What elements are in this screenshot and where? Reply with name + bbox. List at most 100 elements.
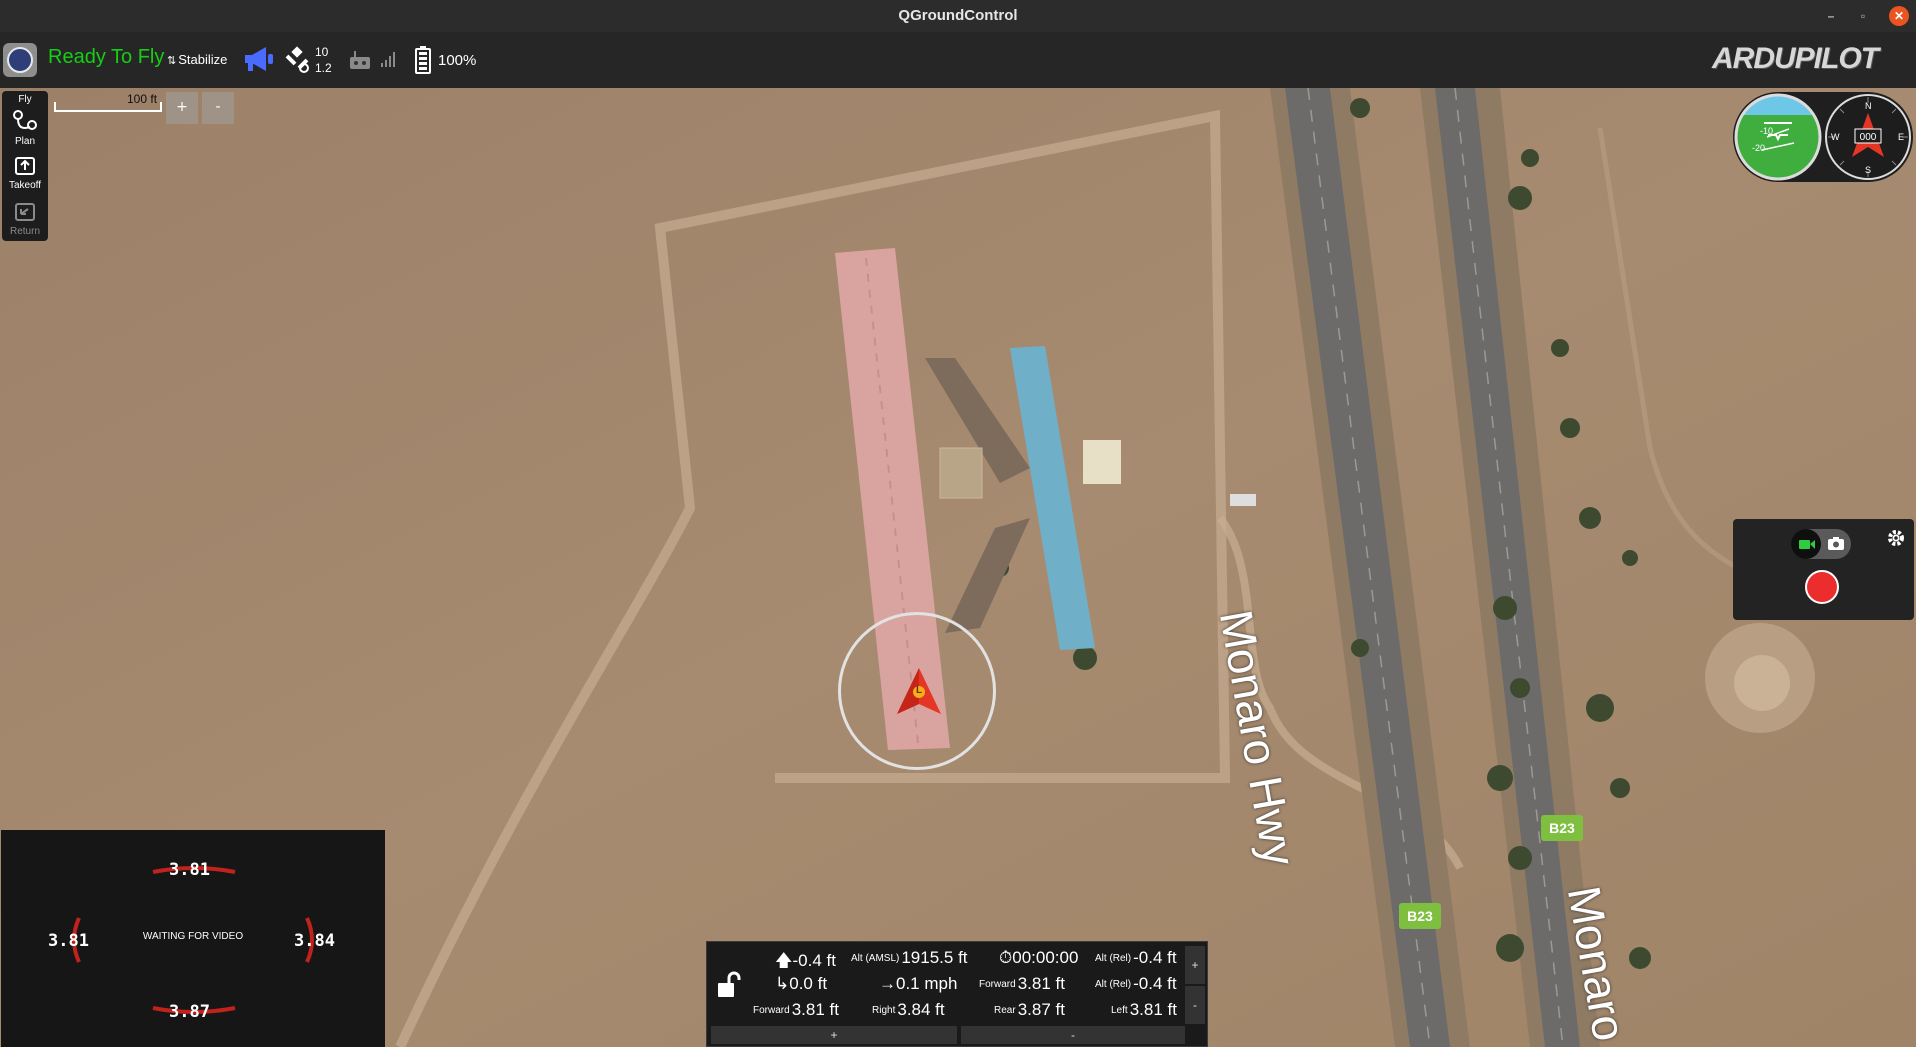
telemetry-right: Right 3.84 ft [872,1000,945,1020]
gps-satellite-count: 10 [315,45,329,59]
maximize-button[interactable]: ▫ [1853,6,1873,26]
minimize-button[interactable]: – [1821,6,1841,26]
telemetry-add-row-button[interactable]: + [711,1026,957,1044]
alt-rel-label: Alt (Rel) [1095,953,1132,964]
telemetry-ground-speed: →0.1 mph [879,974,957,994]
right-label: Right [872,1005,896,1016]
tool-plan[interactable]: Plan [2,109,48,147]
record-button[interactable] [1805,570,1839,604]
map-view[interactable]: Monaro Hwy Monaro B23 B23 Fly Plan Takeo… [0,88,1916,1047]
photo-mode-button[interactable] [1821,529,1851,559]
compass-s: S [1865,165,1871,175]
close-button[interactable]: ✕ [1889,6,1909,26]
attitude-tick-minus10: -10 [1760,126,1773,136]
right-value: 3.84 ft [897,1000,945,1019]
telemetry-alt-rel: Alt (Rel) -0.4 ft [1095,948,1177,968]
compass-n: N [1865,101,1872,111]
left-label: Left [1111,1005,1128,1016]
tool-fly[interactable]: Fly [2,94,48,105]
forward-mid-label: Forward [979,979,1016,990]
rssi-signal-icon[interactable] [380,50,398,73]
mode-icon: ⇅ [167,55,177,67]
route-badge: B23 [1407,908,1433,924]
camera-control-panel [1733,519,1914,620]
route-badge: B23 [1549,820,1575,836]
vertical-speed-arrow-icon: 🡅 [775,951,793,970]
telemetry-remove-row-button[interactable]: - [961,1026,1185,1044]
compass-heading-readout: 000 [1860,132,1877,143]
camera-settings-gear-icon[interactable] [1887,529,1905,551]
telemetry-forward-mid: Forward 3.81 ft [979,974,1065,994]
telemetry-left: Left 3.81 ft [1111,1000,1177,1020]
attitude-indicator[interactable]: -10 -20 [1734,93,1822,181]
distance-icon: ↳ [775,974,790,993]
telemetry-panel: 🡅-0.4 ft Alt (AMSL) 1915.5 ft ⏱00:00:00 A… [706,941,1208,1047]
window-title: QGroundControl [898,7,1018,24]
distance-value: 0.0 ft [789,974,828,993]
alt-amsl-label: Alt (AMSL) [851,953,900,964]
zoom-in-button[interactable]: + [166,92,198,124]
proximity-front: 3.81 [169,860,210,880]
flight-time-value: 00:00:00 [1012,948,1079,967]
window-titlebar: QGroundControl – ▫ ✕ [0,0,1916,32]
telemetry-distance: ↳0.0 ft [775,974,827,994]
compass-e: E [1898,132,1904,142]
rear-value: 3.87 ft [1017,1000,1065,1019]
telemetry-add-column-button[interactable]: + [1185,946,1205,984]
tool-takeoff-label: Takeoff [8,180,42,191]
map-scale-bar [54,102,162,112]
battery-percent: 100% [438,52,477,69]
return-icon [15,203,35,221]
zoom-out-button[interactable]: - [202,92,234,124]
camera-mode-toggle[interactable] [1791,529,1851,559]
main-toolbar: Ready To Fly ⇅ Stabilize 10 1.2 100% ARDU… [0,32,1916,88]
photo-camera-icon [1828,537,1844,550]
unlocked-padlock-icon[interactable] [715,970,743,1000]
rc-transmitter-icon[interactable] [349,50,371,75]
telemetry-remove-column-button[interactable]: - [1185,986,1205,1024]
forward-label: Forward [753,1005,790,1016]
ground-speed-value: 0.1 mph [896,974,958,993]
qgc-logo-button[interactable] [3,43,37,77]
ardupilot-logo: ARDUPILOT [1712,42,1879,75]
vehicle-marker-label: L [915,685,923,696]
alt-rel-value: -0.4 ft [1133,948,1177,967]
battery-icon[interactable] [414,46,432,79]
rear-label: Rear [994,1005,1016,1016]
tool-fly-label: Fly [18,94,32,105]
telemetry-flight-time: ⏱00:00:00 [999,948,1078,968]
plan-icon [13,110,37,130]
video-status-message: WAITING FOR VIDEO [142,931,244,942]
vertical-speed-value: -0.4 ft [792,951,836,970]
qgc-logo-icon [7,47,33,73]
tool-takeoff[interactable]: Takeoff [2,155,48,191]
alt-rel-2-value: -0.4 ft [1133,974,1177,993]
telemetry-forward: Forward 3.81 ft [753,1000,839,1020]
gps-satellite-icon[interactable] [284,46,312,79]
compass-indicator[interactable]: N S E W 000 [1824,93,1912,181]
video-camera-icon [1799,540,1815,549]
telemetry-vertical-speed: 🡅-0.4 ft [775,948,836,977]
tool-plan-label: Plan [14,136,35,147]
attitude-tick-minus20: -20 [1752,143,1765,153]
left-value: 3.81 ft [1129,1000,1177,1019]
flight-mode-label: Stabilize [178,52,228,67]
telemetry-rear: Rear 3.87 ft [994,1000,1065,1020]
compass-w: W [1831,132,1840,142]
telemetry-row-controls: + - [711,1026,1207,1044]
alt-amsl-value: 1915.5 ft [901,948,968,967]
messages-megaphone-icon[interactable] [243,46,275,77]
telemetry-alt-amsl: Alt (AMSL) 1915.5 ft [851,948,968,968]
gps-hdop: 1.2 [315,61,332,75]
video-panel[interactable]: 3.81 3.87 3.81 3.84 WAITING FOR VIDEO [1,830,385,1047]
ground-speed-arrow-icon: → [879,974,896,993]
tool-return[interactable]: Return [2,201,48,237]
forward-mid-value: 3.81 ft [1017,974,1065,993]
alt-rel-2-label: Alt (Rel) [1095,979,1132,990]
flight-mode-selector[interactable]: ⇅ Stabilize [167,52,227,67]
tool-return-label: Return [9,226,40,237]
vehicle-status[interactable]: Ready To Fly [48,46,164,69]
forward-value: 3.81 ft [791,1000,839,1019]
video-mode-button[interactable] [1791,529,1821,559]
telemetry-side-controls: + - [1185,946,1205,1024]
